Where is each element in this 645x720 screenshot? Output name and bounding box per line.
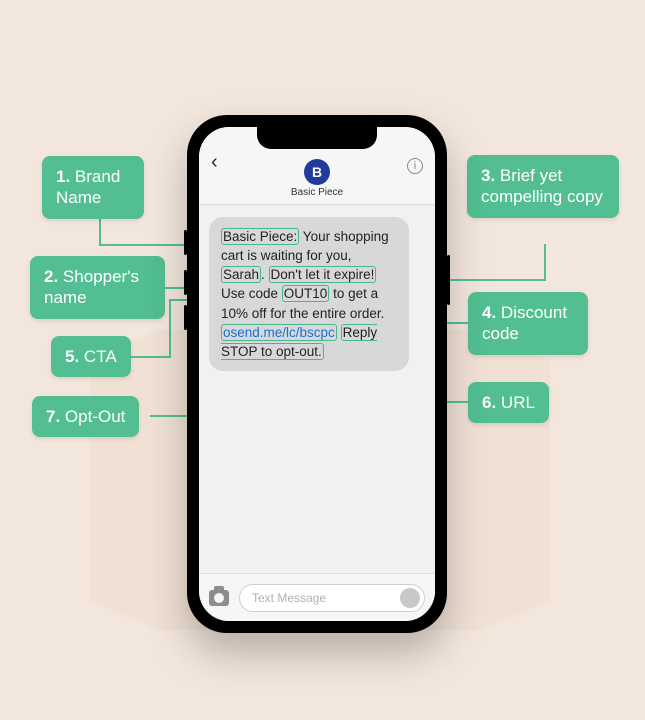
phone-mockup: ‹ B Basic Piece i Basic Piece: Your shop… [187, 115, 447, 633]
mic-icon[interactable] [400, 588, 420, 608]
chat-body: Basic Piece: Your shopping cart is waiti… [199, 205, 435, 573]
contact-block[interactable]: B Basic Piece [291, 159, 343, 198]
camera-icon[interactable] [209, 590, 229, 606]
sms-bubble: Basic Piece: Your shopping cart is waiti… [209, 217, 409, 371]
highlight-url[interactable]: osend.me/lc/bscpc [221, 324, 337, 341]
chat-footer: Text Message [199, 573, 435, 621]
text-segment: Use code [221, 286, 282, 301]
highlight-brand: Basic Piece: [221, 228, 299, 245]
text-message-input[interactable]: Text Message [239, 584, 425, 612]
callout-url: 6. URL [468, 382, 549, 423]
info-icon[interactable]: i [407, 158, 423, 174]
phone-screen: ‹ B Basic Piece i Basic Piece: Your shop… [199, 127, 435, 621]
phone-notch [257, 127, 377, 149]
back-chevron-icon[interactable]: ‹ [211, 151, 218, 174]
callout-brand-name: 1. Brand Name [42, 156, 144, 219]
text-segment: . [261, 267, 269, 282]
callout-shopper-name: 2. Shopper's name [30, 256, 165, 319]
avatar: B [304, 159, 330, 185]
input-placeholder: Text Message [252, 591, 326, 605]
callout-copy: 3. Brief yet compelling copy [467, 155, 619, 218]
text-segment [337, 325, 341, 340]
callout-opt-out: 7. Opt-Out [32, 396, 139, 437]
contact-name: Basic Piece [291, 187, 343, 198]
callout-discount-code: 4. Discount code [468, 292, 588, 355]
highlight-pitch: Don't let it expire! [269, 266, 377, 283]
highlight-code: OUT10 [282, 285, 330, 302]
callout-cta: 5. CTA [51, 336, 131, 377]
highlight-shopper: Sarah [221, 266, 261, 283]
